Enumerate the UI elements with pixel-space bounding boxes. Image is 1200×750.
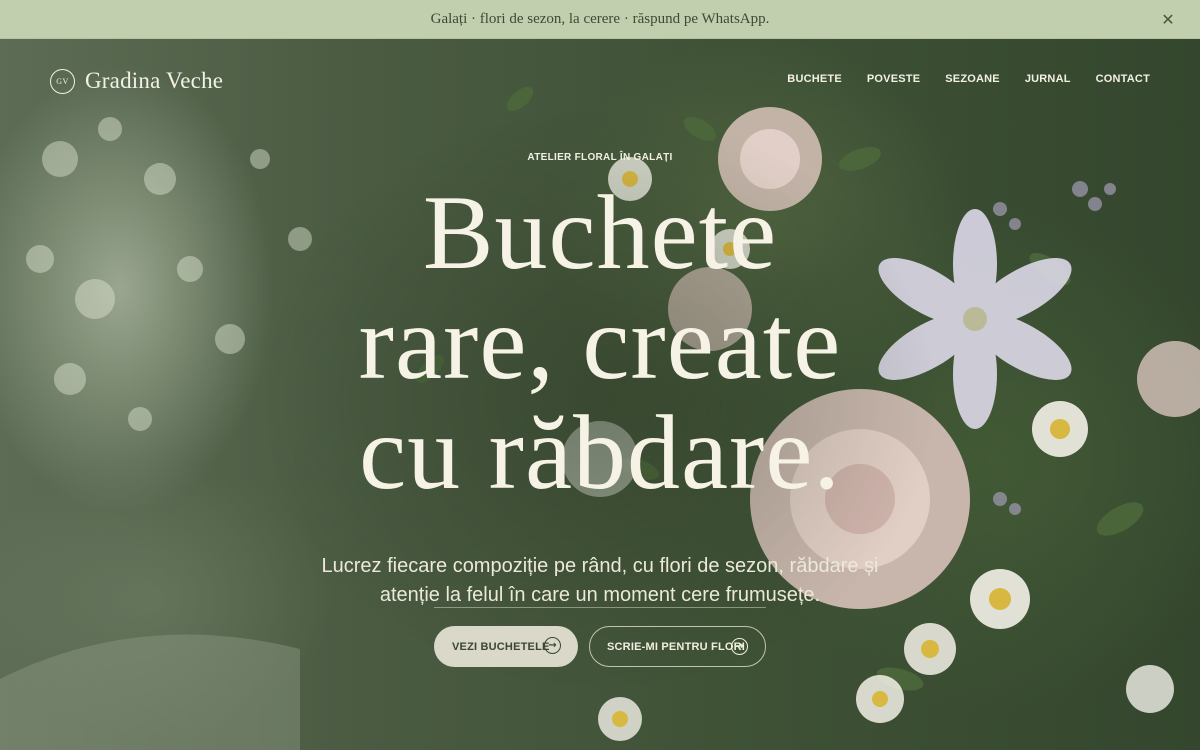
hero-divider <box>434 607 766 608</box>
hero-headline: Buchete rare, create cu răbdare. <box>0 178 1200 508</box>
nav-item-jurnal[interactable]: JURNAL <box>1025 73 1071 85</box>
write-me-label: SCRIE-MI PENTRU FLORI <box>607 640 746 653</box>
hero-description: Lucrez fiecare compoziție pe rând, cu fl… <box>321 555 879 606</box>
headline-line-3: cu răbdare. <box>359 394 841 511</box>
nav-item-sezoane[interactable]: SEZOANE <box>945 73 1000 85</box>
announcement-text: Galați · flori de sezon, la cerere · răs… <box>430 10 770 27</box>
write-me-button[interactable]: SCRIE-MI PENTRU FLORI → <box>589 626 766 667</box>
brand-logo[interactable]: GV Gradina Veche <box>50 68 223 94</box>
nav-item-contact[interactable]: CONTACT <box>1096 73 1150 85</box>
arrow-right-circle-icon: → <box>544 637 561 654</box>
view-bouquets-label: VEZI BUCHETELE <box>452 640 550 653</box>
brand-monogram: GV <box>50 68 75 94</box>
announcement-bar: Galați · flori de sezon, la cerere · răs… <box>0 0 1200 39</box>
hero-eyebrow: ATELIER FLORAL ÎN GALAȚI <box>527 152 673 163</box>
view-bouquets-button[interactable]: VEZI BUCHETELE → <box>434 626 578 667</box>
main-nav: BUCHETE POVESTE SEZOANE JURNAL CONTACT <box>787 73 1150 85</box>
close-icon[interactable]: ✕ <box>1158 9 1178 29</box>
brand-name: Gradina Veche <box>85 68 224 93</box>
nav-item-poveste[interactable]: POVESTE <box>867 73 920 85</box>
headline-line-2: rare, create <box>358 284 842 401</box>
nav-item-buchete[interactable]: BUCHETE <box>787 73 842 85</box>
arrow-right-circle-icon: → <box>731 638 748 655</box>
headline-line-1: Buchete <box>422 174 778 291</box>
